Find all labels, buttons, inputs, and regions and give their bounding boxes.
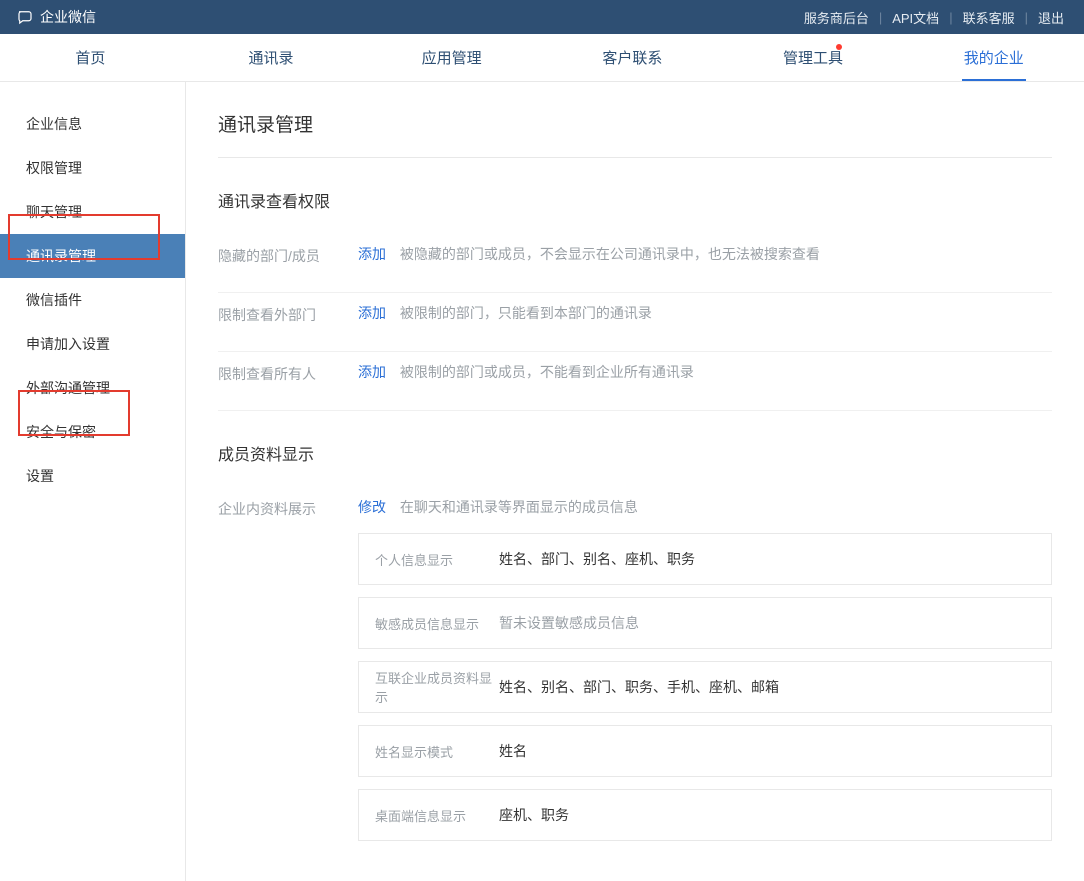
sidebar-item-label: 外部沟通管理 [26,378,110,398]
sidebar-item-security[interactable]: 安全与保密 [0,410,185,454]
tab-contacts[interactable]: 通讯录 [181,34,362,81]
card-value: 座机、职务 [499,805,569,825]
main-tabs: 首页 通讯录 应用管理 客户联系 管理工具 我的企业 [0,34,1084,82]
modify-link[interactable]: 修改 [358,499,386,515]
sidebar-item-join-settings[interactable]: 申请加入设置 [0,322,185,366]
sidebar-item-label: 企业信息 [26,114,82,134]
info-card-intercorp: 互联企业成员资料显示 姓名、别名、部门、职务、手机、座机、邮箱 [358,661,1052,713]
link-api-docs[interactable]: API文档 [888,8,943,27]
sidebar: 企业信息 权限管理 聊天管理 通讯录管理 微信插件 申请加入设置 外部沟通管理 … [0,82,186,881]
sidebar-item-permissions[interactable]: 权限管理 [0,146,185,190]
card-value: 姓名 [499,741,527,761]
divider: | [943,10,958,25]
tab-company[interactable]: 我的企业 [903,34,1084,81]
row-label: 限制查看外部门 [218,303,358,325]
divider: | [873,10,888,25]
tab-tools[interactable]: 管理工具 [723,34,904,81]
divider [218,157,1052,158]
row-label: 限制查看所有人 [218,362,358,384]
sidebar-item-contacts-manage[interactable]: 通讯录管理 [0,234,185,278]
card-label: 互联企业成员资料显示 [375,668,499,706]
section-title-profile: 成员资料显示 [218,441,1052,465]
card-label: 姓名显示模式 [375,742,499,761]
info-card-sensitive: 敏感成员信息显示 暂未设置敏感成员信息 [358,597,1052,649]
row-hidden-dept: 隐藏的部门/成员 添加 被隐藏的部门或成员，不会显示在公司通讯录中，也无法被搜索… [218,234,1052,293]
sidebar-item-label: 安全与保密 [26,422,96,442]
row-label: 隐藏的部门/成员 [218,244,358,266]
sidebar-item-label: 权限管理 [26,158,82,178]
topbar: 企业微信 服务商后台 | API文档 | 联系客服 | 退出 [0,0,1084,34]
card-value: 姓名、部门、别名、座机、职务 [499,549,695,569]
link-logout[interactable]: 退出 [1034,8,1068,27]
sidebar-item-label: 微信插件 [26,290,82,310]
sidebar-item-label: 聊天管理 [26,202,82,222]
info-cards: 个人信息显示 姓名、部门、别名、座机、职务 敏感成员信息显示 暂未设置敏感成员信… [358,533,1052,841]
main: 企业信息 权限管理 聊天管理 通讯录管理 微信插件 申请加入设置 外部沟通管理 … [0,82,1084,881]
sidebar-item-label: 申请加入设置 [26,334,110,354]
card-value: 暂未设置敏感成员信息 [499,613,639,633]
tab-label: 我的企业 [964,47,1024,68]
notification-dot-icon [836,44,842,50]
row-label: 企业内资料展示 [218,497,358,519]
topbar-links: 服务商后台 | API文档 | 联系客服 | 退出 [800,8,1068,27]
add-link[interactable]: 添加 [358,246,386,262]
add-link[interactable]: 添加 [358,305,386,321]
section-title-permissions: 通讯录查看权限 [218,188,1052,212]
row-restrict-all: 限制查看所有人 添加 被限制的部门或成员，不能看到企业所有通讯录 [218,352,1052,411]
card-label: 敏感成员信息显示 [375,614,499,633]
card-label: 个人信息显示 [375,550,499,569]
link-provider-backend[interactable]: 服务商后台 [800,8,873,27]
sidebar-item-external-comm[interactable]: 外部沟通管理 [0,366,185,410]
brand-name: 企业微信 [40,7,96,27]
tab-label: 客户联系 [602,47,662,68]
row-hint: 被限制的部门，只能看到本部门的通讯录 [400,305,652,321]
row-profile-display: 企业内资料展示 修改 在聊天和通讯录等界面显示的成员信息 [218,487,1052,525]
tab-apps[interactable]: 应用管理 [361,34,542,81]
tab-label: 通讯录 [249,47,294,68]
card-value: 姓名、别名、部门、职务、手机、座机、邮箱 [499,677,779,697]
info-card-name-mode: 姓名显示模式 姓名 [358,725,1052,777]
row-hint: 在聊天和通讯录等界面显示的成员信息 [400,499,638,515]
card-label: 桌面端信息显示 [375,806,499,825]
row-restrict-external: 限制查看外部门 添加 被限制的部门，只能看到本部门的通讯录 [218,293,1052,352]
tab-home[interactable]: 首页 [0,34,181,81]
sidebar-item-enterprise-info[interactable]: 企业信息 [0,102,185,146]
link-support[interactable]: 联系客服 [959,8,1019,27]
tab-label: 首页 [75,47,105,68]
info-card-desktop: 桌面端信息显示 座机、职务 [358,789,1052,841]
add-link[interactable]: 添加 [358,364,386,380]
sidebar-item-settings[interactable]: 设置 [0,454,185,498]
sidebar-item-label: 通讯录管理 [26,246,96,266]
tab-customer[interactable]: 客户联系 [542,34,723,81]
brand: 企业微信 [16,7,96,27]
page-title: 通讯录管理 [218,110,1052,137]
chat-icon [16,8,34,26]
divider: | [1019,10,1034,25]
content: 通讯录管理 通讯录查看权限 隐藏的部门/成员 添加 被隐藏的部门或成员，不会显示… [186,82,1084,881]
sidebar-item-chat[interactable]: 聊天管理 [0,190,185,234]
row-hint: 被隐藏的部门或成员，不会显示在公司通讯录中，也无法被搜索查看 [400,246,820,262]
tab-label: 应用管理 [422,47,482,68]
sidebar-item-label: 设置 [26,466,54,486]
row-hint: 被限制的部门或成员，不能看到企业所有通讯录 [400,364,694,380]
info-card-personal: 个人信息显示 姓名、部门、别名、座机、职务 [358,533,1052,585]
sidebar-item-wechat-plugin[interactable]: 微信插件 [0,278,185,322]
tab-label: 管理工具 [783,47,843,68]
